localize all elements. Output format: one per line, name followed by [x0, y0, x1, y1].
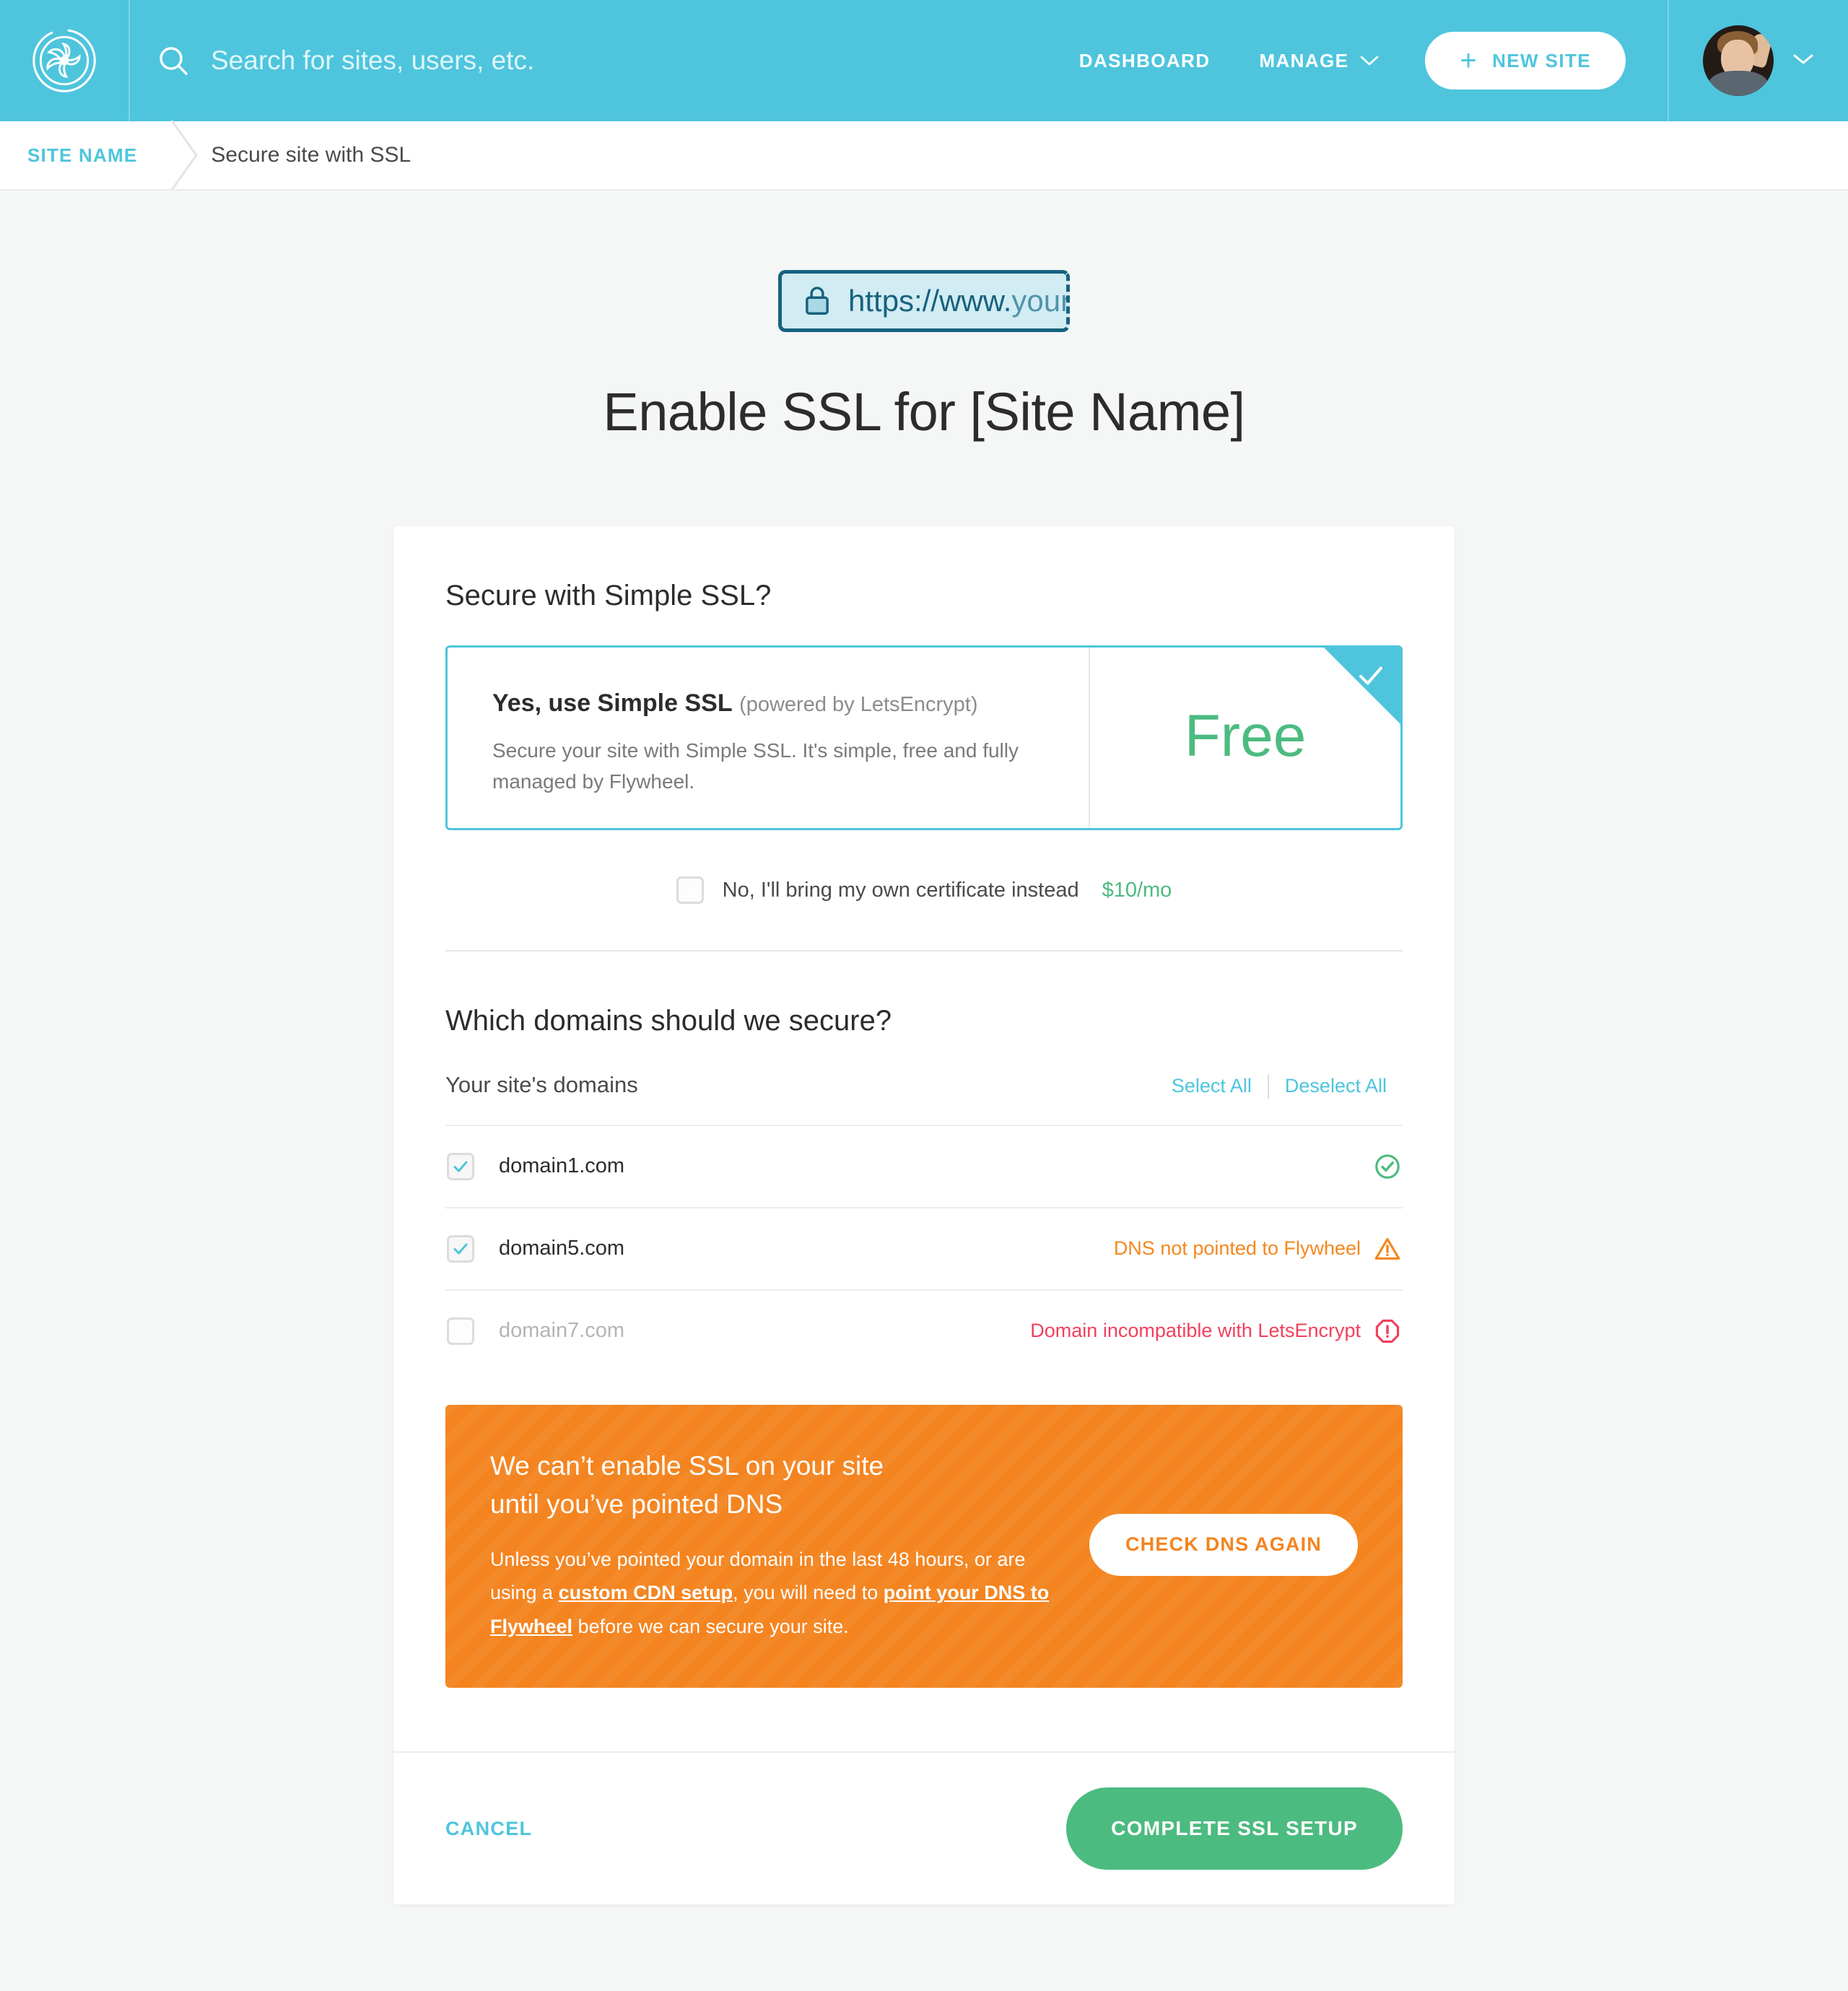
table-row[interactable]: domain5.com DNS not pointed to Flywheel [445, 1206, 1403, 1289]
breadcrumb-site-link[interactable]: SITE NAME [0, 144, 137, 167]
url-preview-text: https://www.yoursit [848, 284, 1070, 318]
check-icon [453, 1161, 468, 1172]
plus-icon: + [1460, 45, 1478, 77]
section-title-simple-ssl: Secure with Simple SSL? [445, 580, 772, 611]
dns-alert-title-line1: We can’t enable SSL on your site [490, 1450, 884, 1481]
url-scheme-host: https://www. [848, 284, 1012, 318]
simple-ssl-option-text: Yes, use Simple SSL (powered by LetsEncr… [448, 648, 1090, 828]
complete-ssl-setup-button[interactable]: COMPLETE SSL SETUP [1066, 1787, 1403, 1870]
simple-ssl-heading-light: (powered by LetsEncrypt) [739, 693, 978, 716]
chevron-down-icon [1792, 53, 1814, 69]
domain-status [1361, 1153, 1401, 1180]
flywheel-logo-glyph [32, 29, 96, 92]
nav-item-manage[interactable]: MANAGE [1234, 50, 1403, 72]
url-remainder: yoursit [1011, 284, 1070, 318]
own-certificate-label: No, I'll bring my own certificate instea… [722, 878, 1079, 902]
select-all-link[interactable]: Select All [1156, 1075, 1268, 1097]
domain-checkbox[interactable] [447, 1234, 474, 1263]
table-row[interactable]: domain1.com [445, 1124, 1403, 1207]
avatar [1703, 25, 1774, 96]
ssl-setup-card: Secure with Simple SSL? Yes, use Simple … [393, 526, 1455, 1905]
warning-triangle-icon [1374, 1237, 1400, 1260]
section-title-domains: Which domains should we secure? [445, 1005, 892, 1037]
hero-section: https://www.yoursit Enable SSL for [Site… [0, 191, 1848, 443]
domains-subheader: Your site's domains Select All Deselect … [445, 1072, 1403, 1099]
nav-item-dashboard-label: DASHBOARD [1078, 49, 1211, 71]
custom-cdn-setup-link[interactable]: custom CDN setup [559, 1582, 733, 1603]
nav-divider [128, 0, 130, 121]
chevron-down-icon [1360, 55, 1379, 66]
check-icon [1359, 666, 1383, 685]
domain-status: Domain incompatible with LetsEncrypt [1030, 1317, 1401, 1345]
search-icon [160, 47, 188, 75]
account-menu[interactable] [1669, 0, 1848, 121]
cancel-button[interactable]: CANCEL [445, 1818, 532, 1840]
dns-alert-title-line2: until you’ve pointed DNS [490, 1489, 783, 1520]
domains-select-actions: Select All Deselect All [1156, 1073, 1403, 1099]
domain-status-text: DNS not pointed to Flywheel [1113, 1237, 1361, 1259]
nav-item-manage-label: MANAGE [1259, 49, 1349, 71]
breadcrumb-current: Secure site with SSL [211, 143, 411, 167]
own-certificate-row[interactable]: No, I'll bring my own certificate instea… [445, 876, 1403, 904]
search-input[interactable] [211, 45, 860, 76]
error-octagon-icon [1375, 1319, 1400, 1343]
dns-alert-body: Unless you’ve pointed your domain in the… [490, 1543, 1060, 1643]
dns-alert-banner: We can’t enable SSL on your site until y… [445, 1404, 1403, 1689]
card-footer: CANCEL COMPLETE SSL SETUP [393, 1751, 1455, 1904]
nav-links: DASHBOARD MANAGE + NEW SITE [1055, 32, 1669, 90]
simple-ssl-option-description: Secure your site with Simple SSL. It's s… [492, 739, 1019, 793]
dns-alert-content: We can’t enable SSL on your site until y… [490, 1447, 1060, 1644]
domains-subheader-label: Your site's domains [445, 1072, 638, 1097]
dns-alert-body-part3: before we can secure your site. [572, 1615, 849, 1637]
domain-name: domain7.com [499, 1319, 625, 1342]
dns-alert-title: We can’t enable SSL on your site until y… [490, 1447, 1060, 1524]
top-navigation-bar: DASHBOARD MANAGE + NEW SITE [0, 0, 1848, 121]
chevron-right-icon [153, 121, 205, 190]
global-search[interactable] [128, 0, 1055, 121]
flywheel-logo-icon[interactable] [0, 0, 128, 121]
breadcrumb: SITE NAME Secure site with SSL [0, 121, 1848, 191]
domains-section: Which domains should we secure? Your sit… [445, 1005, 1403, 1689]
domain-status-text: Domain incompatible with LetsEncrypt [1030, 1320, 1361, 1341]
page-title: Enable SSL for [Site Name] [603, 382, 1245, 442]
own-certificate-price: $10/mo [1102, 878, 1172, 902]
check-dns-again-button[interactable]: CHECK DNS AGAIN [1089, 1513, 1358, 1576]
deselect-all-link[interactable]: Deselect All [1269, 1075, 1403, 1097]
simple-ssl-heading-bold: Yes, use Simple SSL [492, 689, 733, 717]
new-site-button-label: NEW SITE [1492, 49, 1591, 71]
check-icon [453, 1243, 468, 1254]
simple-ssl-option-heading: Yes, use Simple SSL (powered by LetsEncr… [492, 689, 1089, 718]
domain-checkbox[interactable] [447, 1152, 474, 1180]
section-divider [445, 950, 1403, 951]
domain-checkbox [447, 1317, 474, 1345]
new-site-button[interactable]: + NEW SITE [1425, 32, 1626, 90]
check-circle-icon [1375, 1154, 1400, 1179]
own-certificate-checkbox[interactable] [676, 876, 704, 904]
table-row[interactable]: domain7.com Domain incompatible with Let… [445, 1289, 1403, 1372]
domain-status: DNS not pointed to Flywheel [1114, 1235, 1401, 1263]
domain-name: domain5.com [499, 1237, 625, 1260]
domain-name: domain1.com [499, 1154, 625, 1177]
simple-ssl-option[interactable]: Yes, use Simple SSL (powered by LetsEncr… [445, 645, 1403, 830]
nav-item-dashboard[interactable]: DASHBOARD [1055, 50, 1235, 72]
dns-alert-actions: CHECK DNS AGAIN [1060, 1513, 1358, 1576]
lock-icon [806, 287, 829, 315]
page-bottom-spacer [0, 1904, 1848, 1991]
nav-divider [1668, 0, 1669, 121]
dns-alert-body-part2: , you will need to [733, 1582, 884, 1604]
url-preview-pill: https://www.yoursit [778, 270, 1070, 332]
